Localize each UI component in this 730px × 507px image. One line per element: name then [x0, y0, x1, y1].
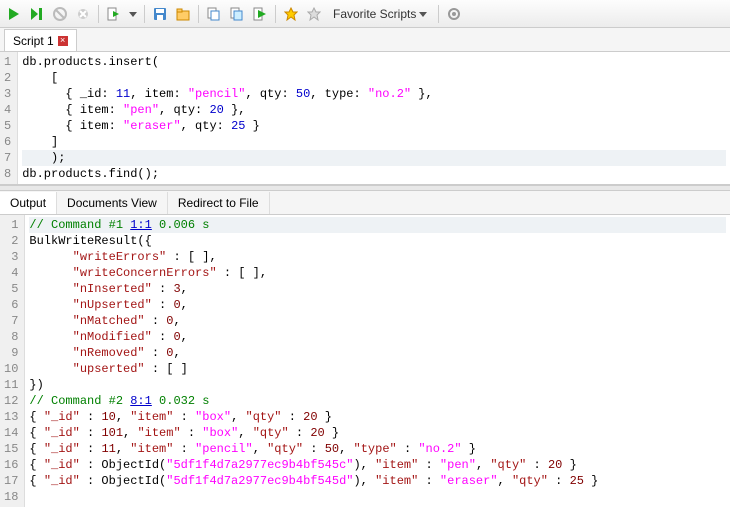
- code-line[interactable]: [: [22, 70, 726, 86]
- code-line[interactable]: "upserted" : [ ]: [29, 361, 726, 377]
- code-line[interactable]: { "_id" : 11, "item" : "pencil", "qty" :…: [29, 441, 726, 457]
- code-line[interactable]: { "_id" : 101, "item" : "box", "qty" : 2…: [29, 425, 726, 441]
- script-tabs: Script 1 ×: [0, 28, 730, 52]
- code-line[interactable]: // Command #2 8:1 0.032 s: [29, 393, 726, 409]
- save-icon[interactable]: [150, 4, 170, 24]
- script-tab[interactable]: Script 1 ×: [4, 29, 77, 51]
- toolbar-sep: [438, 5, 439, 23]
- favorite-scripts-label: Favorite Scripts: [333, 7, 416, 21]
- code-line[interactable]: { "_id" : ObjectId("5df1f4d7a2977ec9b4bf…: [29, 457, 726, 473]
- code-line[interactable]: db.products.insert(: [22, 54, 726, 70]
- output-tab-output[interactable]: Output: [0, 192, 57, 214]
- favorite-scripts-dropdown[interactable]: Favorite Scripts: [327, 7, 433, 21]
- code-line[interactable]: { item: "pen", qty: 20 },: [22, 102, 726, 118]
- close-tab-icon[interactable]: ×: [58, 36, 68, 46]
- code-line[interactable]: "nUpserted" : 0,: [29, 297, 726, 313]
- output-tab-strip: OutputDocuments ViewRedirect to File: [0, 191, 730, 215]
- code-line[interactable]: }): [29, 377, 726, 393]
- script-editor[interactable]: 12345678 db.products.insert( [ { _id: 11…: [0, 52, 730, 185]
- output-tab-redirect-to-file[interactable]: Redirect to File: [168, 192, 270, 214]
- code-line[interactable]: db.products.find();: [22, 166, 726, 182]
- copy-doc-icon[interactable]: [204, 4, 224, 24]
- toolbar-sep: [275, 5, 276, 23]
- chevron-down-icon: [419, 10, 427, 18]
- cancel-icon[interactable]: [73, 4, 93, 24]
- output-gutter: 123456789101112131415161718: [0, 215, 25, 507]
- copy-doc2-icon[interactable]: [227, 4, 247, 24]
- editor-code[interactable]: db.products.insert( [ { _id: 11, item: "…: [18, 52, 730, 184]
- code-line[interactable]: BulkWriteResult({: [29, 233, 726, 249]
- open-icon[interactable]: [173, 4, 193, 24]
- code-line[interactable]: { "_id" : ObjectId("5df1f4d7a2977ec9b4bf…: [29, 473, 726, 489]
- gear-icon[interactable]: [444, 4, 464, 24]
- toolbar: Favorite Scripts: [0, 0, 730, 28]
- toolbar-sep: [144, 5, 145, 23]
- code-line[interactable]: );: [22, 150, 726, 166]
- script-tab-label: Script 1: [13, 34, 54, 48]
- code-line[interactable]: "nModified" : 0,: [29, 329, 726, 345]
- run-step-icon[interactable]: [27, 4, 47, 24]
- toolbar-sep: [98, 5, 99, 23]
- star-grey-icon[interactable]: [304, 4, 324, 24]
- toolbar-sep: [198, 5, 199, 23]
- run-icon[interactable]: [4, 4, 24, 24]
- code-line[interactable]: { "_id" : 10, "item" : "box", "qty" : 20…: [29, 409, 726, 425]
- run-green-icon[interactable]: [250, 4, 270, 24]
- code-line[interactable]: "nRemoved" : 0,: [29, 345, 726, 361]
- run-script-dd-icon[interactable]: [127, 4, 139, 24]
- run-script-icon[interactable]: [104, 4, 124, 24]
- star-icon[interactable]: [281, 4, 301, 24]
- code-line[interactable]: "writeConcernErrors" : [ ],: [29, 265, 726, 281]
- editor-gutter: 12345678: [0, 52, 18, 184]
- code-line[interactable]: ]: [22, 134, 726, 150]
- output-code[interactable]: // Command #1 1:1 0.006 sBulkWriteResult…: [25, 215, 730, 507]
- output-pane: 123456789101112131415161718 // Command #…: [0, 215, 730, 507]
- code-line[interactable]: // Command #1 1:1 0.006 s: [29, 217, 726, 233]
- code-line[interactable]: "nInserted" : 3,: [29, 281, 726, 297]
- code-line[interactable]: { _id: 11, item: "pencil", qty: 50, type…: [22, 86, 726, 102]
- code-line[interactable]: "nMatched" : 0,: [29, 313, 726, 329]
- code-line[interactable]: { item: "eraser", qty: 25 }: [22, 118, 726, 134]
- stop-icon[interactable]: [50, 4, 70, 24]
- code-line[interactable]: "writeErrors" : [ ],: [29, 249, 726, 265]
- output-tab-documents-view[interactable]: Documents View: [57, 192, 168, 214]
